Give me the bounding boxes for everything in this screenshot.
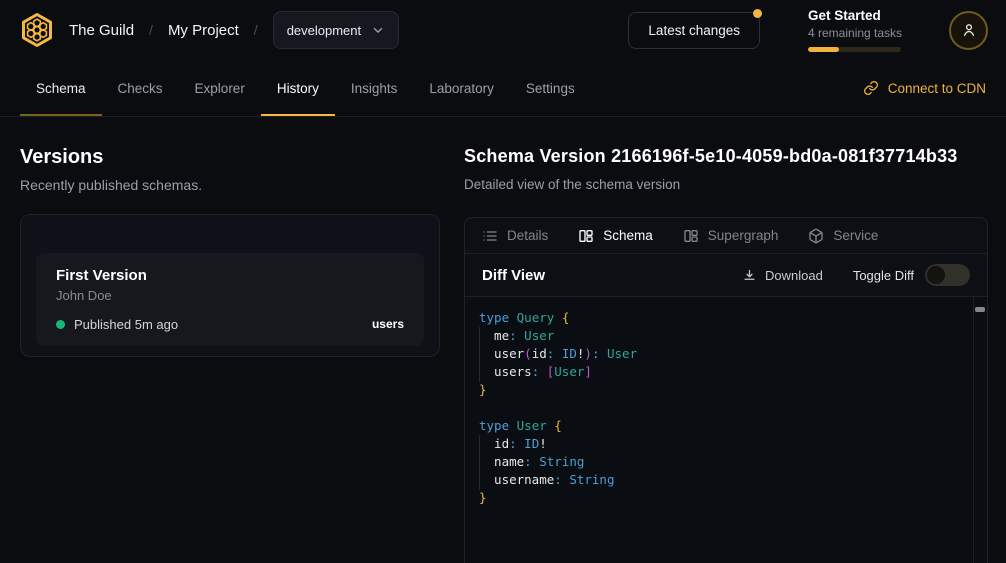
code-line: me: User (479, 327, 963, 345)
breadcrumb-separator: / (149, 22, 153, 38)
toggle-diff-label: Toggle Diff (853, 268, 914, 283)
published-status-dot-icon (56, 320, 65, 329)
notification-dot-icon (753, 9, 762, 18)
code-block: type Query { me: User user(id: ID!): Use… (479, 309, 963, 507)
version-detail-title: Schema Version 2166196f-5e10-4059-bd0a-0… (464, 145, 988, 167)
main-nav: Schema Checks Explorer History Insights … (0, 60, 1006, 117)
breadcrumb-org[interactable]: The Guild (69, 22, 134, 39)
nav-tab-laboratory[interactable]: Laboratory (413, 60, 510, 116)
main-content: Versions Recently published schemas. Fir… (0, 117, 1006, 563)
schema-code-viewer: type Query { me: User user(id: ID!): Use… (465, 297, 987, 563)
app-root: The Guild / My Project / development Lat… (0, 0, 1006, 563)
version-detail-section: Schema Version 2166196f-5e10-4059-bd0a-0… (464, 145, 988, 563)
diff-view-title: Diff View (482, 267, 545, 284)
breadcrumb-project[interactable]: My Project (168, 22, 239, 39)
code-line (479, 399, 963, 417)
diff-actions: Download Toggle Diff (742, 264, 970, 286)
versions-subtitle: Recently published schemas. (20, 177, 440, 194)
code-line: id: ID! (479, 435, 963, 453)
code-line: user(id: ID!): User (479, 345, 963, 363)
diff-toolbar: Diff View Download Toggle Diff (465, 254, 987, 297)
list-icon (482, 228, 498, 244)
code-line: } (479, 381, 963, 399)
indent-guide (479, 327, 480, 382)
scrollbar-thumb[interactable] (975, 307, 985, 312)
toggle-diff-switch[interactable] (925, 264, 970, 286)
columns-icon (578, 228, 594, 244)
tab-details[interactable]: Details (482, 228, 548, 244)
latest-changes-label: Latest changes (648, 23, 740, 38)
nav-tab-history[interactable]: History (261, 60, 335, 116)
latest-changes-button[interactable]: Latest changes (628, 12, 760, 49)
avatar-button[interactable] (949, 11, 988, 50)
nav-tab-checks[interactable]: Checks (102, 60, 179, 116)
version-name: First Version (56, 267, 404, 285)
versions-title: Versions (20, 145, 440, 169)
connect-to-cdn-link[interactable]: Connect to CDN (863, 60, 986, 116)
chevron-down-icon (371, 23, 385, 37)
version-detail-panel: Details Schema Supergraph Service (464, 217, 988, 563)
code-line: } (479, 489, 963, 507)
breadcrumb-separator: / (254, 22, 258, 38)
toggle-knob (927, 266, 945, 284)
guild-logo-icon[interactable] (18, 12, 55, 49)
code-line: username: String (479, 471, 963, 489)
nav-tab-schema[interactable]: Schema (20, 60, 102, 116)
columns-icon (683, 228, 699, 244)
tab-service[interactable]: Service (808, 228, 878, 244)
get-started-widget[interactable]: Get Started 4 remaining tasks (808, 8, 901, 52)
versions-section: Versions Recently published schemas. Fir… (20, 145, 440, 563)
tab-schema[interactable]: Schema (578, 228, 653, 244)
nav-tab-settings[interactable]: Settings (510, 60, 591, 116)
code-line: type User { (479, 417, 963, 435)
top-right-cluster: Latest changes Get Started 4 remaining t… (628, 8, 988, 52)
download-button[interactable]: Download (742, 268, 823, 283)
target-selector[interactable]: development (273, 11, 399, 49)
version-list-item[interactable]: First Version John Doe Published 5m ago … (36, 253, 424, 346)
indent-guide (479, 435, 480, 490)
version-status: Published 5m ago (74, 317, 178, 332)
tab-supergraph[interactable]: Supergraph (683, 228, 779, 244)
get-started-title: Get Started (808, 8, 901, 23)
version-detail-subtitle: Detailed view of the schema version (464, 176, 988, 193)
detail-tabs: Details Schema Supergraph Service (465, 218, 987, 254)
nav-tab-insights[interactable]: Insights (335, 60, 414, 116)
progress-bar (808, 47, 901, 52)
breadcrumb: The Guild / My Project / (69, 22, 258, 39)
user-icon (960, 21, 978, 39)
versions-list-card: First Version John Doe Published 5m ago … (20, 214, 440, 357)
version-author: John Doe (56, 288, 404, 303)
get-started-subtitle: 4 remaining tasks (808, 26, 901, 40)
box-icon (808, 228, 824, 244)
nav-tab-explorer[interactable]: Explorer (179, 60, 261, 116)
download-icon (742, 268, 757, 283)
version-meta-row: Published 5m ago users (56, 316, 404, 332)
progress-fill (808, 47, 839, 52)
scrollbar-track (973, 297, 974, 563)
code-line: name: String (479, 453, 963, 471)
code-line: type Query { (479, 309, 963, 327)
top-bar: The Guild / My Project / development Lat… (0, 0, 1006, 60)
link-icon (863, 80, 879, 96)
service-badge: users (372, 317, 404, 331)
code-line: users: [User] (479, 363, 963, 381)
target-selector-value: development (287, 23, 361, 38)
